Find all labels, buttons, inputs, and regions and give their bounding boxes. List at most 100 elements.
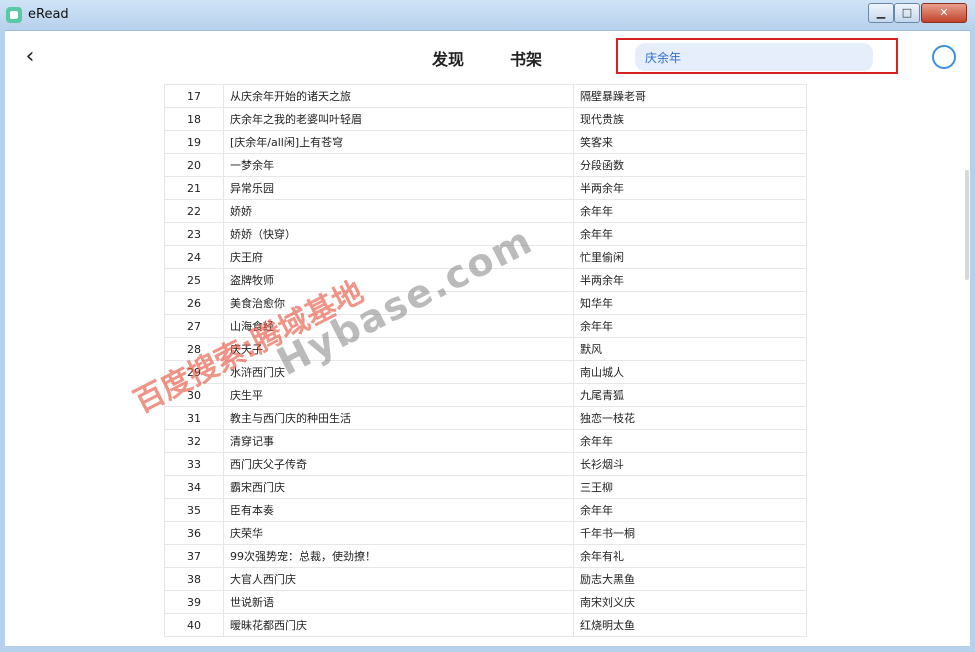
book-author: 余年年 <box>573 222 807 246</box>
table-row[interactable]: 31 教主与西门庆的种田生活 独恋一枝花 <box>164 406 807 430</box>
book-title: 庆王府 <box>223 245 574 269</box>
window-titlebar: eRead ▁ □ ✕ <box>0 0 975 31</box>
book-title: 庆天子 <box>223 337 574 361</box>
book-author: 九尾青狐 <box>573 383 807 407</box>
table-row[interactable]: 34 霸宋西门庆 三王柳 <box>164 475 807 499</box>
row-number: 20 <box>164 153 224 177</box>
tab-bookshelf[interactable]: 书架 <box>510 46 542 70</box>
book-title: 清穿记事 <box>223 429 574 453</box>
book-title: 99次强势宠：总裁，使劲撩！ <box>223 544 574 568</box>
search-highlight-box <box>616 38 898 74</box>
table-row[interactable]: 37 99次强势宠：总裁，使劲撩！ 余年有礼 <box>164 544 807 568</box>
table-row[interactable]: 33 西门庆父子传奇 长衫烟斗 <box>164 452 807 476</box>
row-number: 28 <box>164 337 224 361</box>
row-number: 40 <box>164 613 224 637</box>
close-button[interactable]: ✕ <box>921 3 967 23</box>
scrollbar[interactable] <box>963 30 970 646</box>
table-row[interactable]: 35 臣有本奏 余年年 <box>164 498 807 522</box>
row-number: 18 <box>164 107 224 131</box>
book-author: 半两余年 <box>573 268 807 292</box>
search-input[interactable] <box>635 43 873 71</box>
book-title: 教主与西门庆的种田生活 <box>223 406 574 430</box>
book-title: 盗牌牧师 <box>223 268 574 292</box>
book-title: 臣有本奏 <box>223 498 574 522</box>
row-number: 34 <box>164 475 224 499</box>
scrollbar-thumb[interactable] <box>965 170 969 280</box>
book-title: 娇娇 <box>223 199 574 223</box>
tab-discover[interactable]: 发现 <box>432 46 464 70</box>
book-author: 南山城人 <box>573 360 807 384</box>
book-title: 大官人西门庆 <box>223 567 574 591</box>
table-row[interactable]: 30 庆生平 九尾青狐 <box>164 383 807 407</box>
book-title: 霸宋西门庆 <box>223 475 574 499</box>
book-title: 世说新语 <box>223 590 574 614</box>
row-number: 17 <box>164 84 224 108</box>
table-row[interactable]: 39 世说新语 南宋刘义庆 <box>164 590 807 614</box>
book-title: 从庆余年开始的诸天之旅 <box>223 84 574 108</box>
table-row[interactable]: 27 山海食经 余年年 <box>164 314 807 338</box>
book-author: 余年年 <box>573 429 807 453</box>
book-author: 红烧明太鱼 <box>573 613 807 637</box>
row-number: 31 <box>164 406 224 430</box>
book-author: 余年有礼 <box>573 544 807 568</box>
table-row[interactable]: 40 暧昧花都西门庆 红烧明太鱼 <box>164 613 807 637</box>
app-icon <box>6 7 22 23</box>
book-author: 笑客来 <box>573 130 807 154</box>
book-author: 现代贵族 <box>573 107 807 131</box>
minimize-button[interactable]: ▁ <box>868 3 894 23</box>
row-number: 22 <box>164 199 224 223</box>
maximize-button[interactable]: □ <box>894 3 920 23</box>
table-row[interactable]: 36 庆荣华 千年书一桐 <box>164 521 807 545</box>
table-row[interactable]: 23 娇娇（快穿） 余年年 <box>164 222 807 246</box>
table-row[interactable]: 17 从庆余年开始的诸天之旅 隔壁暴躁老哥 <box>164 84 807 108</box>
book-title: 一梦余年 <box>223 153 574 177</box>
row-number: 24 <box>164 245 224 269</box>
row-number: 30 <box>164 383 224 407</box>
table-row[interactable]: 38 大官人西门庆 励志大黑鱼 <box>164 567 807 591</box>
table-row[interactable]: 25 盗牌牧师 半两余年 <box>164 268 807 292</box>
row-number: 37 <box>164 544 224 568</box>
table-row[interactable]: 22 娇娇 余年年 <box>164 199 807 223</box>
table-row[interactable]: 21 异常乐园 半两余年 <box>164 176 807 200</box>
book-author: 南宋刘义庆 <box>573 590 807 614</box>
book-title: 异常乐园 <box>223 176 574 200</box>
book-title: 西门庆父子传奇 <box>223 452 574 476</box>
book-author: 千年书一桐 <box>573 521 807 545</box>
book-title: 庆荣华 <box>223 521 574 545</box>
book-author: 半两余年 <box>573 176 807 200</box>
book-author: 余年年 <box>573 498 807 522</box>
results-table: 17 从庆余年开始的诸天之旅 隔壁暴躁老哥 18 庆余年之我的老婆叫叶轻眉 现代贵族 19[… <box>164 84 807 637</box>
row-number: 29 <box>164 360 224 384</box>
results-list[interactable]: 17 从庆余年开始的诸天之旅 隔壁暴躁老哥 18 庆余年之我的老婆叫叶轻眉 现代贵族 19[… <box>164 84 807 639</box>
circle-icon[interactable] <box>932 45 956 69</box>
row-number: 35 <box>164 498 224 522</box>
table-row[interactable]: 19 [庆余年/all闲]上有苍穹 笑客来 <box>164 130 807 154</box>
row-number: 33 <box>164 452 224 476</box>
chevron-left-icon[interactable]: ‹ <box>18 44 42 70</box>
row-number: 21 <box>164 176 224 200</box>
table-row[interactable]: 32 清穿记事 余年年 <box>164 429 807 453</box>
book-title: 美食治愈你 <box>223 291 574 315</box>
row-number: 36 <box>164 521 224 545</box>
book-author: 隔壁暴躁老哥 <box>573 84 807 108</box>
book-author: 独恋一枝花 <box>573 406 807 430</box>
book-author: 知华年 <box>573 291 807 315</box>
book-title: 庆余年之我的老婆叫叶轻眉 <box>223 107 574 131</box>
book-title: 庆生平 <box>223 383 574 407</box>
book-author: 余年年 <box>573 314 807 338</box>
table-row[interactable]: 29 水浒西门庆 南山城人 <box>164 360 807 384</box>
table-row[interactable]: 28 庆天子 默风 <box>164 337 807 361</box>
table-row[interactable]: 18 庆余年之我的老婆叫叶轻眉 现代贵族 <box>164 107 807 131</box>
table-row[interactable]: 24 庆王府 忙里偷闲 <box>164 245 807 269</box>
book-title: 暧昧花都西门庆 <box>223 613 574 637</box>
row-number: 39 <box>164 590 224 614</box>
row-number: 38 <box>164 567 224 591</box>
table-row[interactable]: 20 一梦余年 分段函数 <box>164 153 807 177</box>
row-number: 32 <box>164 429 224 453</box>
row-number: 26 <box>164 291 224 315</box>
book-title: 水浒西门庆 <box>223 360 574 384</box>
row-number: 27 <box>164 314 224 338</box>
book-author: 三王柳 <box>573 475 807 499</box>
row-number: 23 <box>164 222 224 246</box>
table-row[interactable]: 26 美食治愈你 知华年 <box>164 291 807 315</box>
